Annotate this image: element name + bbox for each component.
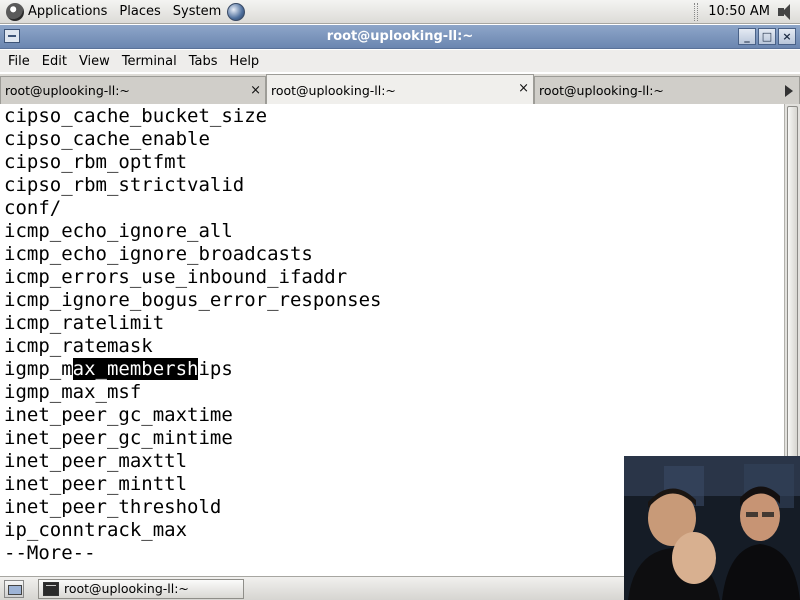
terminal-line: inet_peer_gc_mintime <box>4 427 233 449</box>
window-buttons: _ □ × <box>738 28 796 45</box>
menu-tabs[interactable]: Tabs <box>183 54 224 69</box>
terminal-line: icmp_ratelimit <box>4 312 165 334</box>
tab-scroll-right-icon[interactable] <box>785 85 793 97</box>
terminal-line: icmp_echo_ignore_broadcasts <box>4 243 313 265</box>
network-globe-icon[interactable] <box>227 2 246 21</box>
text-selection[interactable]: ax_membersh <box>72 358 199 380</box>
tab-2-close-icon[interactable]: × <box>518 81 529 96</box>
tab-2-label: root@uplooking-ll:~ <box>271 82 396 98</box>
clock[interactable]: 10:50 AM <box>708 4 770 19</box>
terminal-line-selected: igmp_max_memberships <box>4 358 784 381</box>
places-menu-label: Places <box>119 4 161 19</box>
terminal-line: conf/ <box>4 197 62 219</box>
window-menu-icon[interactable] <box>4 29 20 43</box>
selection-prefix: igmp_m <box>4 358 73 380</box>
terminal-line: cipso_rbm_optfmt <box>4 151 188 173</box>
top-panel: Applications Places System 10:50 AM <box>0 0 800 24</box>
taskbar-terminal-label: root@uplooking-ll:~ <box>64 581 189 596</box>
tab-3-label: root@uplooking-ll:~ <box>539 83 664 98</box>
terminal-line: icmp_echo_ignore_all <box>4 220 233 242</box>
maximize-button[interactable]: □ <box>758 28 776 45</box>
menu-terminal[interactable]: Terminal <box>116 54 183 69</box>
terminal-line: icmp_errors_use_inbound_ifaddr <box>4 266 348 288</box>
applications-menu-label: Applications <box>28 4 108 19</box>
terminal-line: cipso_cache_bucket_size <box>4 105 268 127</box>
places-menu[interactable]: Places <box>113 0 166 24</box>
panel-tray: 10:50 AM <box>694 0 800 24</box>
window-title: root@uplooking-ll:~ <box>326 29 474 44</box>
terminal-line: cipso_cache_enable <box>4 128 210 150</box>
menu-view[interactable]: View <box>73 54 116 69</box>
webcam-picture <box>624 456 800 600</box>
terminal-line: igmp_max_msf <box>4 381 142 403</box>
volume-icon[interactable] <box>776 3 796 21</box>
tab-3[interactable]: root@uplooking-ll:~ <box>534 76 800 104</box>
gnome-foot-icon <box>6 2 24 21</box>
window-titlebar[interactable]: root@uplooking-ll:~ _ □ × <box>0 25 800 49</box>
terminal-line: icmp_ignore_bogus_error_responses <box>4 289 382 311</box>
tab-1[interactable]: root@uplooking-ll:~ × <box>0 76 266 104</box>
show-desktop-icon[interactable] <box>4 579 24 598</box>
tab-2[interactable]: root@uplooking-ll:~ × <box>266 74 534 105</box>
panel-separator <box>694 2 699 21</box>
system-menu-label: System <box>172 4 222 19</box>
tab-1-label: root@uplooking-ll:~ <box>5 83 130 98</box>
menubar: File Edit View Terminal Tabs Help <box>0 50 800 72</box>
terminal-icon <box>43 581 59 596</box>
tab-1-close-icon[interactable]: × <box>250 83 261 98</box>
applications-menu[interactable]: Applications <box>0 0 113 24</box>
menu-edit[interactable]: Edit <box>36 54 73 69</box>
menu-file[interactable]: File <box>2 54 36 69</box>
webcam-video-overlay <box>624 456 800 600</box>
tab-bar: root@uplooking-ll:~ × root@uplooking-ll:… <box>0 74 800 105</box>
close-button[interactable]: × <box>778 28 796 45</box>
taskbar-terminal-button[interactable]: root@uplooking-ll:~ <box>38 578 244 599</box>
selection-suffix: ips <box>198 358 233 380</box>
menu-help[interactable]: Help <box>224 54 266 69</box>
system-menu[interactable]: System <box>167 0 251 24</box>
terminal-line: cipso_rbm_strictvalid <box>4 174 245 196</box>
terminal-line: icmp_ratemask <box>4 335 153 357</box>
minimize-button[interactable]: _ <box>738 28 756 45</box>
terminal-line: inet_peer_gc_maxtime <box>4 404 233 426</box>
